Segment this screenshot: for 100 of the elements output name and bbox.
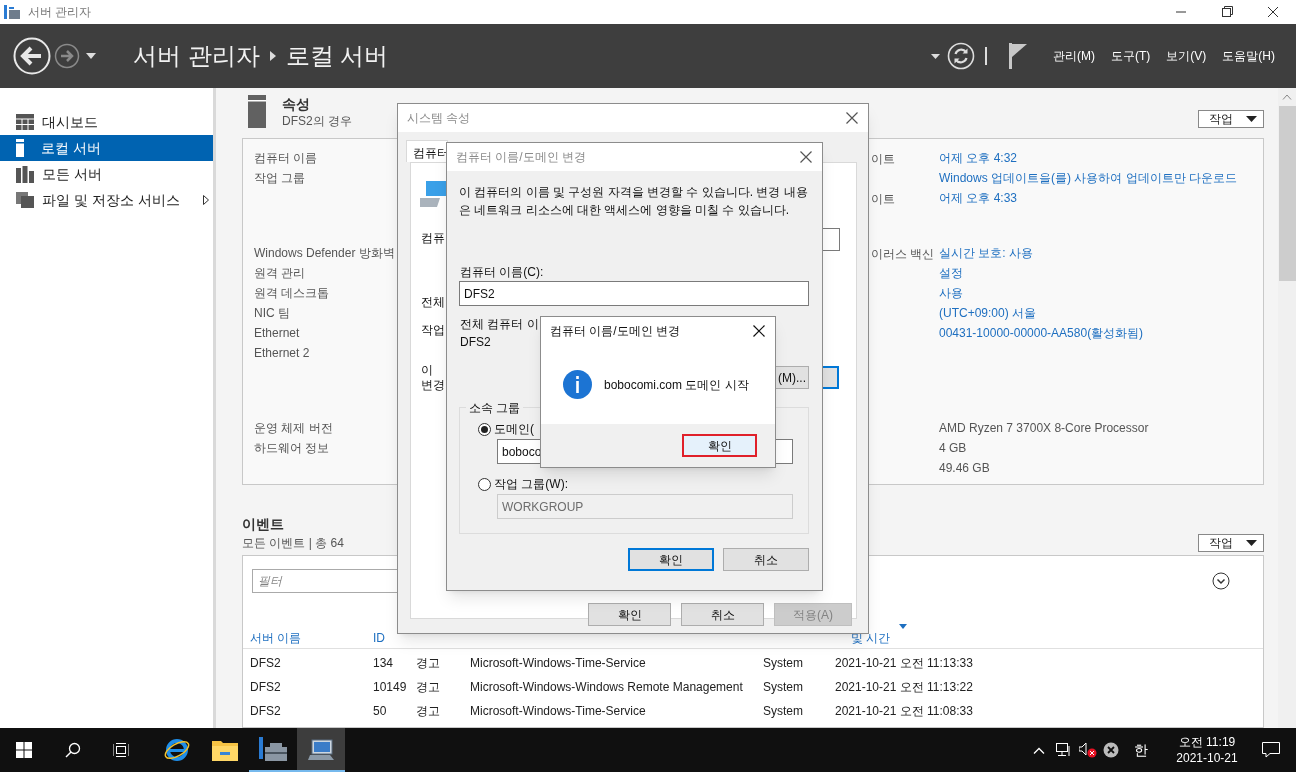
dialog-text: 작업 — [421, 322, 445, 338]
dialog-description: 이 컴퓨터의 이름 및 구성원 자격을 변경할 수 있습니다. 변경 내용은 네트워크 리소스에 대한 액세스에 영향을 미칠 수 있습니다. — [459, 184, 809, 219]
close-icon[interactable] — [800, 151, 812, 163]
dialog-button[interactable]: 취소 — [723, 548, 809, 571]
property-label: 원격 데스크톱 — [254, 285, 330, 302]
dialog-title: 컴퓨터 이름/도메인 변경 — [456, 149, 586, 166]
property-label: 컴퓨터 이름 — [254, 150, 318, 167]
ok-button[interactable]: 확인 — [682, 434, 757, 457]
property-label: 이트 — [871, 152, 895, 166]
info-icon — [563, 370, 592, 399]
input-method-indicator[interactable]: 한 — [1134, 739, 1148, 761]
computer-icon — [420, 181, 446, 207]
input-field: WORKGROUP — [497, 494, 793, 519]
property-value: 4 GB — [939, 440, 967, 457]
section-title: 속성 — [282, 95, 311, 113]
dialog-button[interactable]: 취소 — [681, 603, 764, 626]
error-icon[interactable] — [1103, 742, 1119, 758]
column-header[interactable]: ID — [373, 629, 385, 647]
property-link[interactable]: 설정 — [939, 264, 963, 282]
expand-circle-icon[interactable] — [1212, 572, 1230, 590]
menu-item[interactable]: 도구(T) — [1111, 47, 1151, 65]
property-label: NIC 팀 — [254, 305, 290, 322]
property-label: Ethernet 2 — [254, 345, 310, 362]
back-button[interactable] — [12, 36, 52, 76]
table-cell-text: DFS2 — [250, 655, 281, 672]
property-link[interactable]: 00431-10000-00000-AA580(활성화됨) — [939, 324, 1144, 342]
dialog-button[interactable]: 확인 — [628, 548, 714, 571]
radio-button[interactable]: 도메인( — [478, 420, 534, 438]
server-icon — [16, 139, 24, 157]
dialog-text: 컴퓨 — [421, 230, 445, 246]
property-link[interactable]: (UTC+09:00) 서울 — [939, 304, 1037, 322]
dialog-text: 변경 — [421, 377, 445, 393]
task-dropdown[interactable]: 작업 — [1198, 110, 1264, 128]
chevron-up-icon[interactable] — [1033, 746, 1045, 754]
field-label: 전체 컴퓨터 이 — [460, 316, 539, 333]
start-button[interactable] — [16, 742, 32, 758]
folder-icon — [212, 739, 238, 761]
server-icon — [259, 737, 287, 763]
table-cell-text: System — [763, 703, 803, 720]
sort-icon[interactable] — [899, 624, 907, 629]
dialog-button[interactable]: 확인 — [588, 603, 671, 626]
table-cell-text: 경고 — [416, 703, 440, 720]
property-link[interactable]: 어제 오후 4:33 — [939, 189, 1018, 207]
property-label: 이트 — [871, 192, 895, 206]
close-icon[interactable] — [846, 112, 858, 124]
column-header[interactable]: 서버 이름 — [250, 629, 302, 647]
forward-button[interactable] — [54, 43, 80, 69]
property-label: 작업 그룹 — [254, 170, 306, 187]
grid-icon — [16, 114, 34, 130]
caret-icon — [1246, 540, 1257, 546]
menu-item[interactable]: 보기(V) — [1166, 47, 1207, 65]
property-label: 이러스 백신 — [871, 247, 935, 261]
table-cell-text: DFS2 — [250, 679, 281, 696]
table-cell-text: 경고 — [416, 679, 440, 696]
task-dropdown[interactable]: 작업 — [1198, 534, 1264, 552]
refresh-button[interactable] — [947, 42, 975, 70]
volume-muted-icon[interactable] — [1079, 742, 1097, 758]
close-icon[interactable] — [753, 325, 765, 337]
dialog-message: bobocomi.com 도메인 시작 — [604, 376, 749, 394]
property-link[interactable]: 사용 — [939, 284, 963, 302]
table-cell-text: DFS2 — [250, 703, 281, 720]
scroll-up-icon[interactable] — [1282, 94, 1292, 100]
table-cell-text: 10149 — [373, 679, 407, 696]
property-label: 운영 체제 버전 — [254, 420, 333, 437]
dialog-text: 전체 — [421, 294, 445, 310]
clock[interactable]: 오전 11:19 2021-10-21 — [1170, 734, 1244, 766]
network-icon[interactable] — [1056, 743, 1072, 757]
taskbar-app-button[interactable] — [297, 728, 345, 772]
table-cell-text: 2021-10-21 오전 11:13:22 — [835, 679, 973, 696]
history-dropdown-icon[interactable] — [86, 53, 96, 59]
expand-icon[interactable] — [203, 195, 209, 205]
property-link[interactable]: Windows 업데이트을(를) 사용하여 업데이트만 다운로드 — [939, 169, 1237, 187]
menu-item[interactable]: 관리(M) — [1053, 47, 1095, 65]
table-cell-text: Microsoft-Windows-Time-Service — [470, 703, 646, 720]
computer-icon — [308, 738, 334, 762]
notification-flag-icon[interactable] — [1009, 43, 1027, 69]
window-title: 서버 관리자 — [28, 4, 92, 21]
task-view-icon[interactable] — [113, 743, 129, 757]
property-value: AMD Ryzen 7 3700X 8-Core Processor — [939, 420, 1149, 437]
column-header[interactable]: 및 시간 — [851, 629, 891, 647]
field-value: DFS2 — [460, 334, 491, 351]
table-cell-text: System — [763, 679, 803, 696]
property-label: 하드웨어 정보 — [254, 440, 330, 457]
menu-item[interactable]: 도움말(H) — [1222, 47, 1275, 65]
input-field[interactable]: DFS2 — [459, 281, 809, 306]
sidebar-item[interactable]: 로컬 서버 — [0, 135, 213, 161]
search-icon[interactable] — [65, 742, 81, 758]
notification-icon[interactable] — [1262, 742, 1280, 758]
caret-icon — [1246, 116, 1257, 122]
property-value: 49.46 GB — [939, 460, 990, 477]
property-label: Ethernet — [254, 325, 300, 342]
property-link[interactable]: 어제 오후 4:32 — [939, 149, 1018, 167]
server-icon — [248, 95, 266, 128]
property-label: 원격 관리 — [254, 265, 306, 282]
scrollbar-thumb[interactable] — [1278, 106, 1296, 281]
dropdown-icon[interactable] — [931, 53, 940, 59]
breadcrumb-item[interactable]: 서버 관리자 — [133, 41, 260, 71]
property-link[interactable]: 실시간 보호: 사용 — [939, 244, 1033, 262]
breadcrumb-item[interactable]: 로컬 서버 — [285, 41, 389, 71]
browser-icon — [164, 737, 190, 763]
